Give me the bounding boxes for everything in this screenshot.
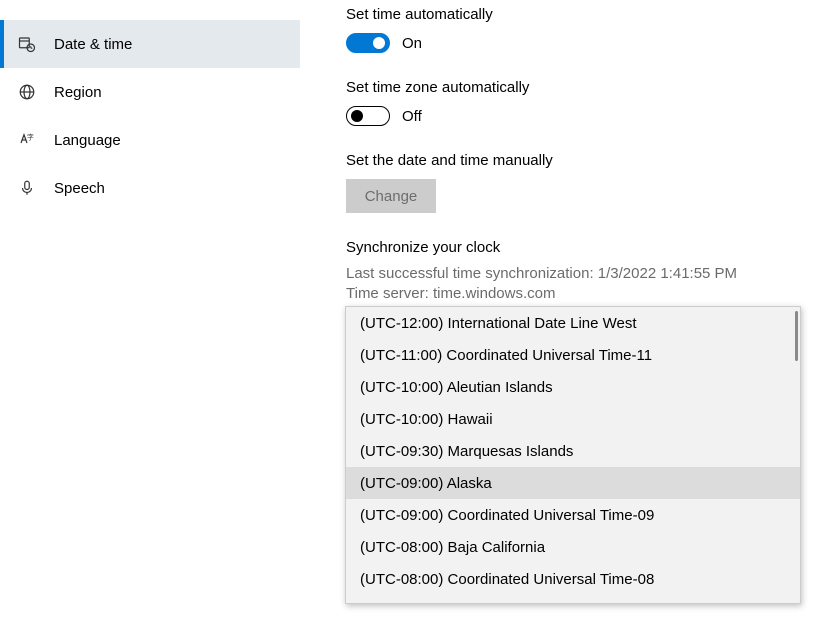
sidebar-item-label: Language — [54, 132, 121, 149]
sync-last-value: 1/3/2022 1:41:55 PM — [598, 265, 737, 282]
auto-time-toggle[interactable] — [346, 33, 390, 53]
timezone-option[interactable]: (UTC-09:30) Marquesas Islands — [346, 435, 800, 467]
sidebar-item-label: Date & time — [54, 36, 132, 53]
sidebar-item-speech[interactable]: Speech — [0, 164, 300, 212]
sidebar-item-language[interactable]: 字 Language — [0, 116, 300, 164]
sync-server-label: Time server: — [346, 285, 433, 302]
manual-datetime-setting: Set the date and time manually Change — [346, 152, 800, 213]
timezone-option[interactable]: (UTC-12:00) International Date Line West — [346, 307, 800, 339]
timezone-option[interactable]: (UTC-09:00) Coordinated Universal Time-0… — [346, 499, 800, 531]
sidebar-item-label: Region — [54, 84, 102, 101]
sync-last-label: Last successful time synchronization: — [346, 265, 598, 282]
sync-server-line: Time server: time.windows.com — [346, 284, 800, 304]
toggle-state-text: Off — [402, 108, 422, 125]
calendar-clock-icon — [18, 35, 36, 53]
sidebar-item-label: Speech — [54, 180, 105, 197]
timezone-option[interactable]: (UTC-09:00) Alaska — [346, 467, 800, 499]
timezone-option[interactable]: (UTC-10:00) Aleutian Islands — [346, 371, 800, 403]
auto-timezone-setting: Set time zone automatically Off — [346, 79, 800, 126]
timezone-option[interactable]: (UTC-08:00) Baja California — [346, 531, 800, 563]
language-icon: 字 — [18, 131, 36, 149]
setting-label: Set time zone automatically — [346, 79, 800, 96]
setting-label: Set the date and time manually — [346, 152, 800, 169]
microphone-icon — [18, 179, 36, 197]
sidebar-item-date-time[interactable]: Date & time — [0, 20, 300, 68]
timezone-option[interactable]: (UTC-11:00) Coordinated Universal Time-1… — [346, 339, 800, 371]
auto-time-setting: Set time automatically On — [346, 6, 800, 53]
sync-clock-section: Synchronize your clock Last successful t… — [346, 239, 800, 303]
timezone-option[interactable]: (UTC-10:00) Hawaii — [346, 403, 800, 435]
timezone-option[interactable]: (UTC-08:00) Coordinated Universal Time-0… — [346, 563, 800, 595]
setting-label: Set time automatically — [346, 6, 800, 23]
globe-icon — [18, 83, 36, 101]
svg-text:字: 字 — [27, 132, 34, 141]
toggle-state-text: On — [402, 35, 422, 52]
sync-last-line: Last successful time synchronization: 1/… — [346, 264, 800, 284]
auto-timezone-toggle[interactable] — [346, 106, 390, 126]
sidebar-item-region[interactable]: Region — [0, 68, 300, 116]
setting-label: Synchronize your clock — [346, 239, 800, 256]
timezone-dropdown[interactable]: (UTC-12:00) International Date Line West… — [345, 306, 801, 604]
scrollbar-thumb[interactable] — [795, 311, 798, 361]
settings-sidebar: Date & time Region 字 Language — [0, 0, 300, 638]
sync-server-value: time.windows.com — [433, 285, 556, 302]
change-button: Change — [346, 179, 436, 213]
